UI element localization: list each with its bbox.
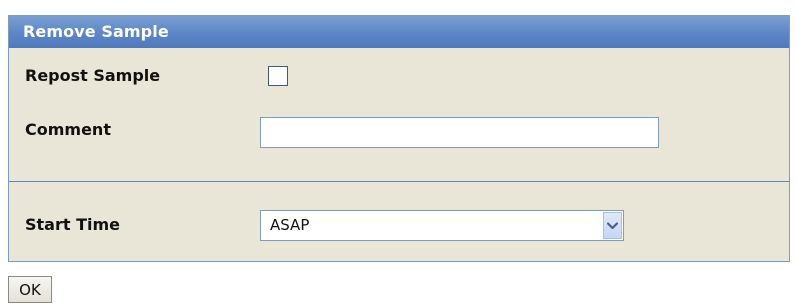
ok-button[interactable]: OK <box>8 276 52 303</box>
repost-sample-checkbox[interactable] <box>268 66 288 86</box>
start-time-select[interactable]: ASAP <box>260 210 624 241</box>
comment-label: Comment <box>25 120 111 139</box>
panel-title: Remove Sample <box>9 16 789 48</box>
remove-sample-panel: Remove Sample Repost Sample Comment Star… <box>8 15 790 262</box>
chevron-down-icon <box>607 221 618 229</box>
dropdown-button[interactable] <box>603 212 622 239</box>
repost-sample-label: Repost Sample <box>25 66 161 85</box>
start-time-selected-value: ASAP <box>270 216 310 234</box>
comment-input[interactable] <box>260 117 659 148</box>
start-time-label: Start Time <box>25 215 120 234</box>
section-divider <box>9 181 789 182</box>
